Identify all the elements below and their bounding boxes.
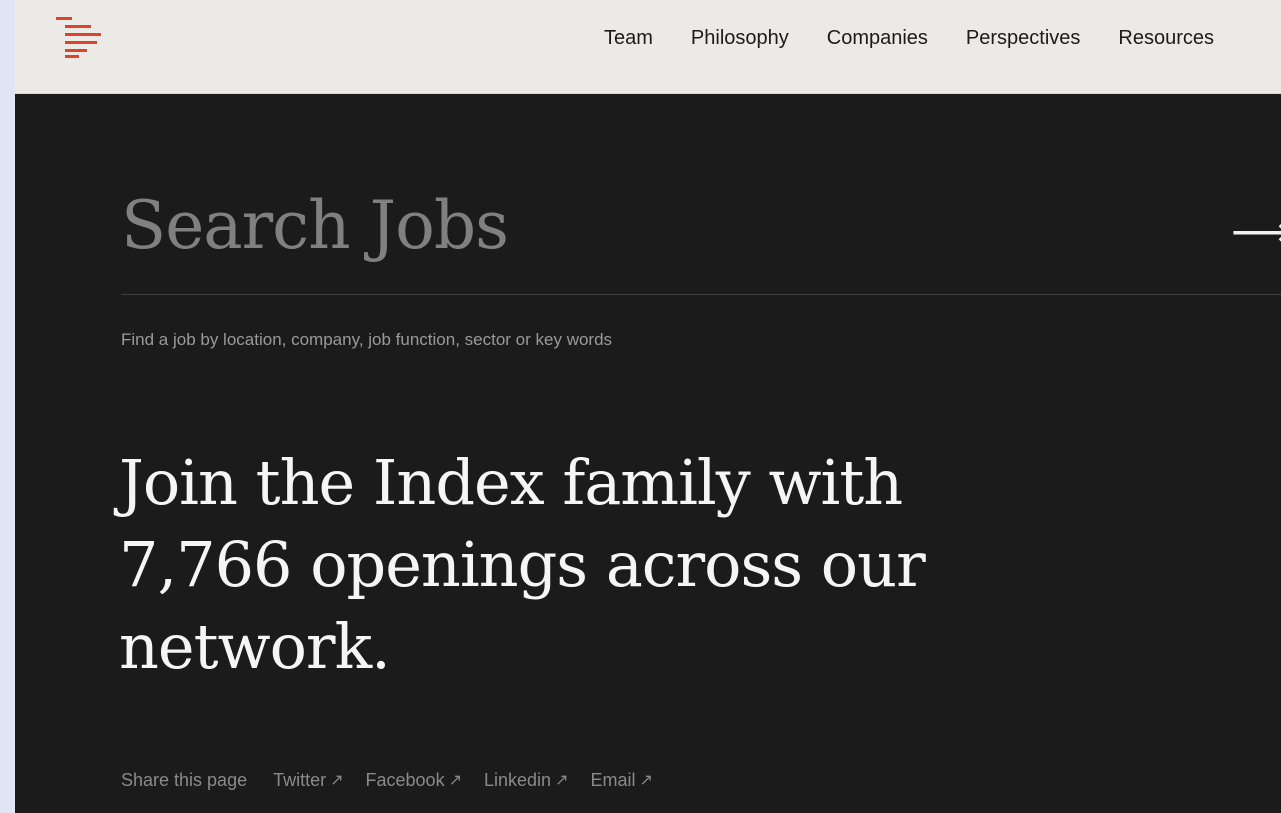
top-navigation: Team Philosophy Companies Perspectives R… [15, 0, 1281, 94]
share-link-label: Twitter [273, 770, 327, 790]
external-link-arrow-icon: ↗ [639, 770, 653, 789]
logo-icon[interactable] [56, 17, 102, 59]
nav-item-perspectives[interactable]: Perspectives [966, 26, 1081, 50]
headline-line-2: 7,766 openings across our [119, 528, 926, 601]
external-link-arrow-icon: ↗ [448, 770, 462, 789]
arrow-right-icon[interactable]: ⟶ [1231, 206, 1281, 258]
page: Team Philosophy Companies Perspectives R… [15, 0, 1281, 813]
share-link-label: Email [590, 770, 636, 790]
nav-item-companies[interactable]: Companies [827, 26, 928, 50]
share-email-link[interactable]: Email ↗ [590, 768, 652, 792]
search-jobs-input[interactable]: Search Jobs [121, 186, 509, 266]
share-twitter-link[interactable]: Twitter ↗ [273, 768, 343, 792]
nav-item-philosophy[interactable]: Philosophy [691, 26, 789, 50]
share-bar: Share this page Twitter ↗ Facebook ↗ Lin… [121, 768, 675, 792]
share-facebook-link[interactable]: Facebook ↗ [366, 768, 462, 792]
share-link-label: Linkedin [483, 770, 552, 790]
external-link-arrow-icon: ↗ [555, 770, 569, 789]
page-headline: Join the Index family with 7,766 opening… [119, 442, 1079, 688]
share-linkedin-link[interactable]: Linkedin ↗ [484, 768, 568, 792]
nav-item-resources[interactable]: Resources [1118, 26, 1214, 50]
search-hint: Find a job by location, company, job fun… [121, 330, 613, 349]
share-link-label: Facebook [365, 770, 445, 790]
headline-line-1: Join the Index family with [119, 446, 903, 519]
share-label: Share this page [121, 770, 248, 790]
main-nav: Team Philosophy Companies Perspectives R… [604, 26, 1214, 50]
external-link-arrow-icon: ↗ [330, 770, 344, 789]
search-divider [121, 294, 1281, 295]
headline-line-3: network. [119, 610, 391, 683]
nav-item-team[interactable]: Team [604, 26, 653, 50]
